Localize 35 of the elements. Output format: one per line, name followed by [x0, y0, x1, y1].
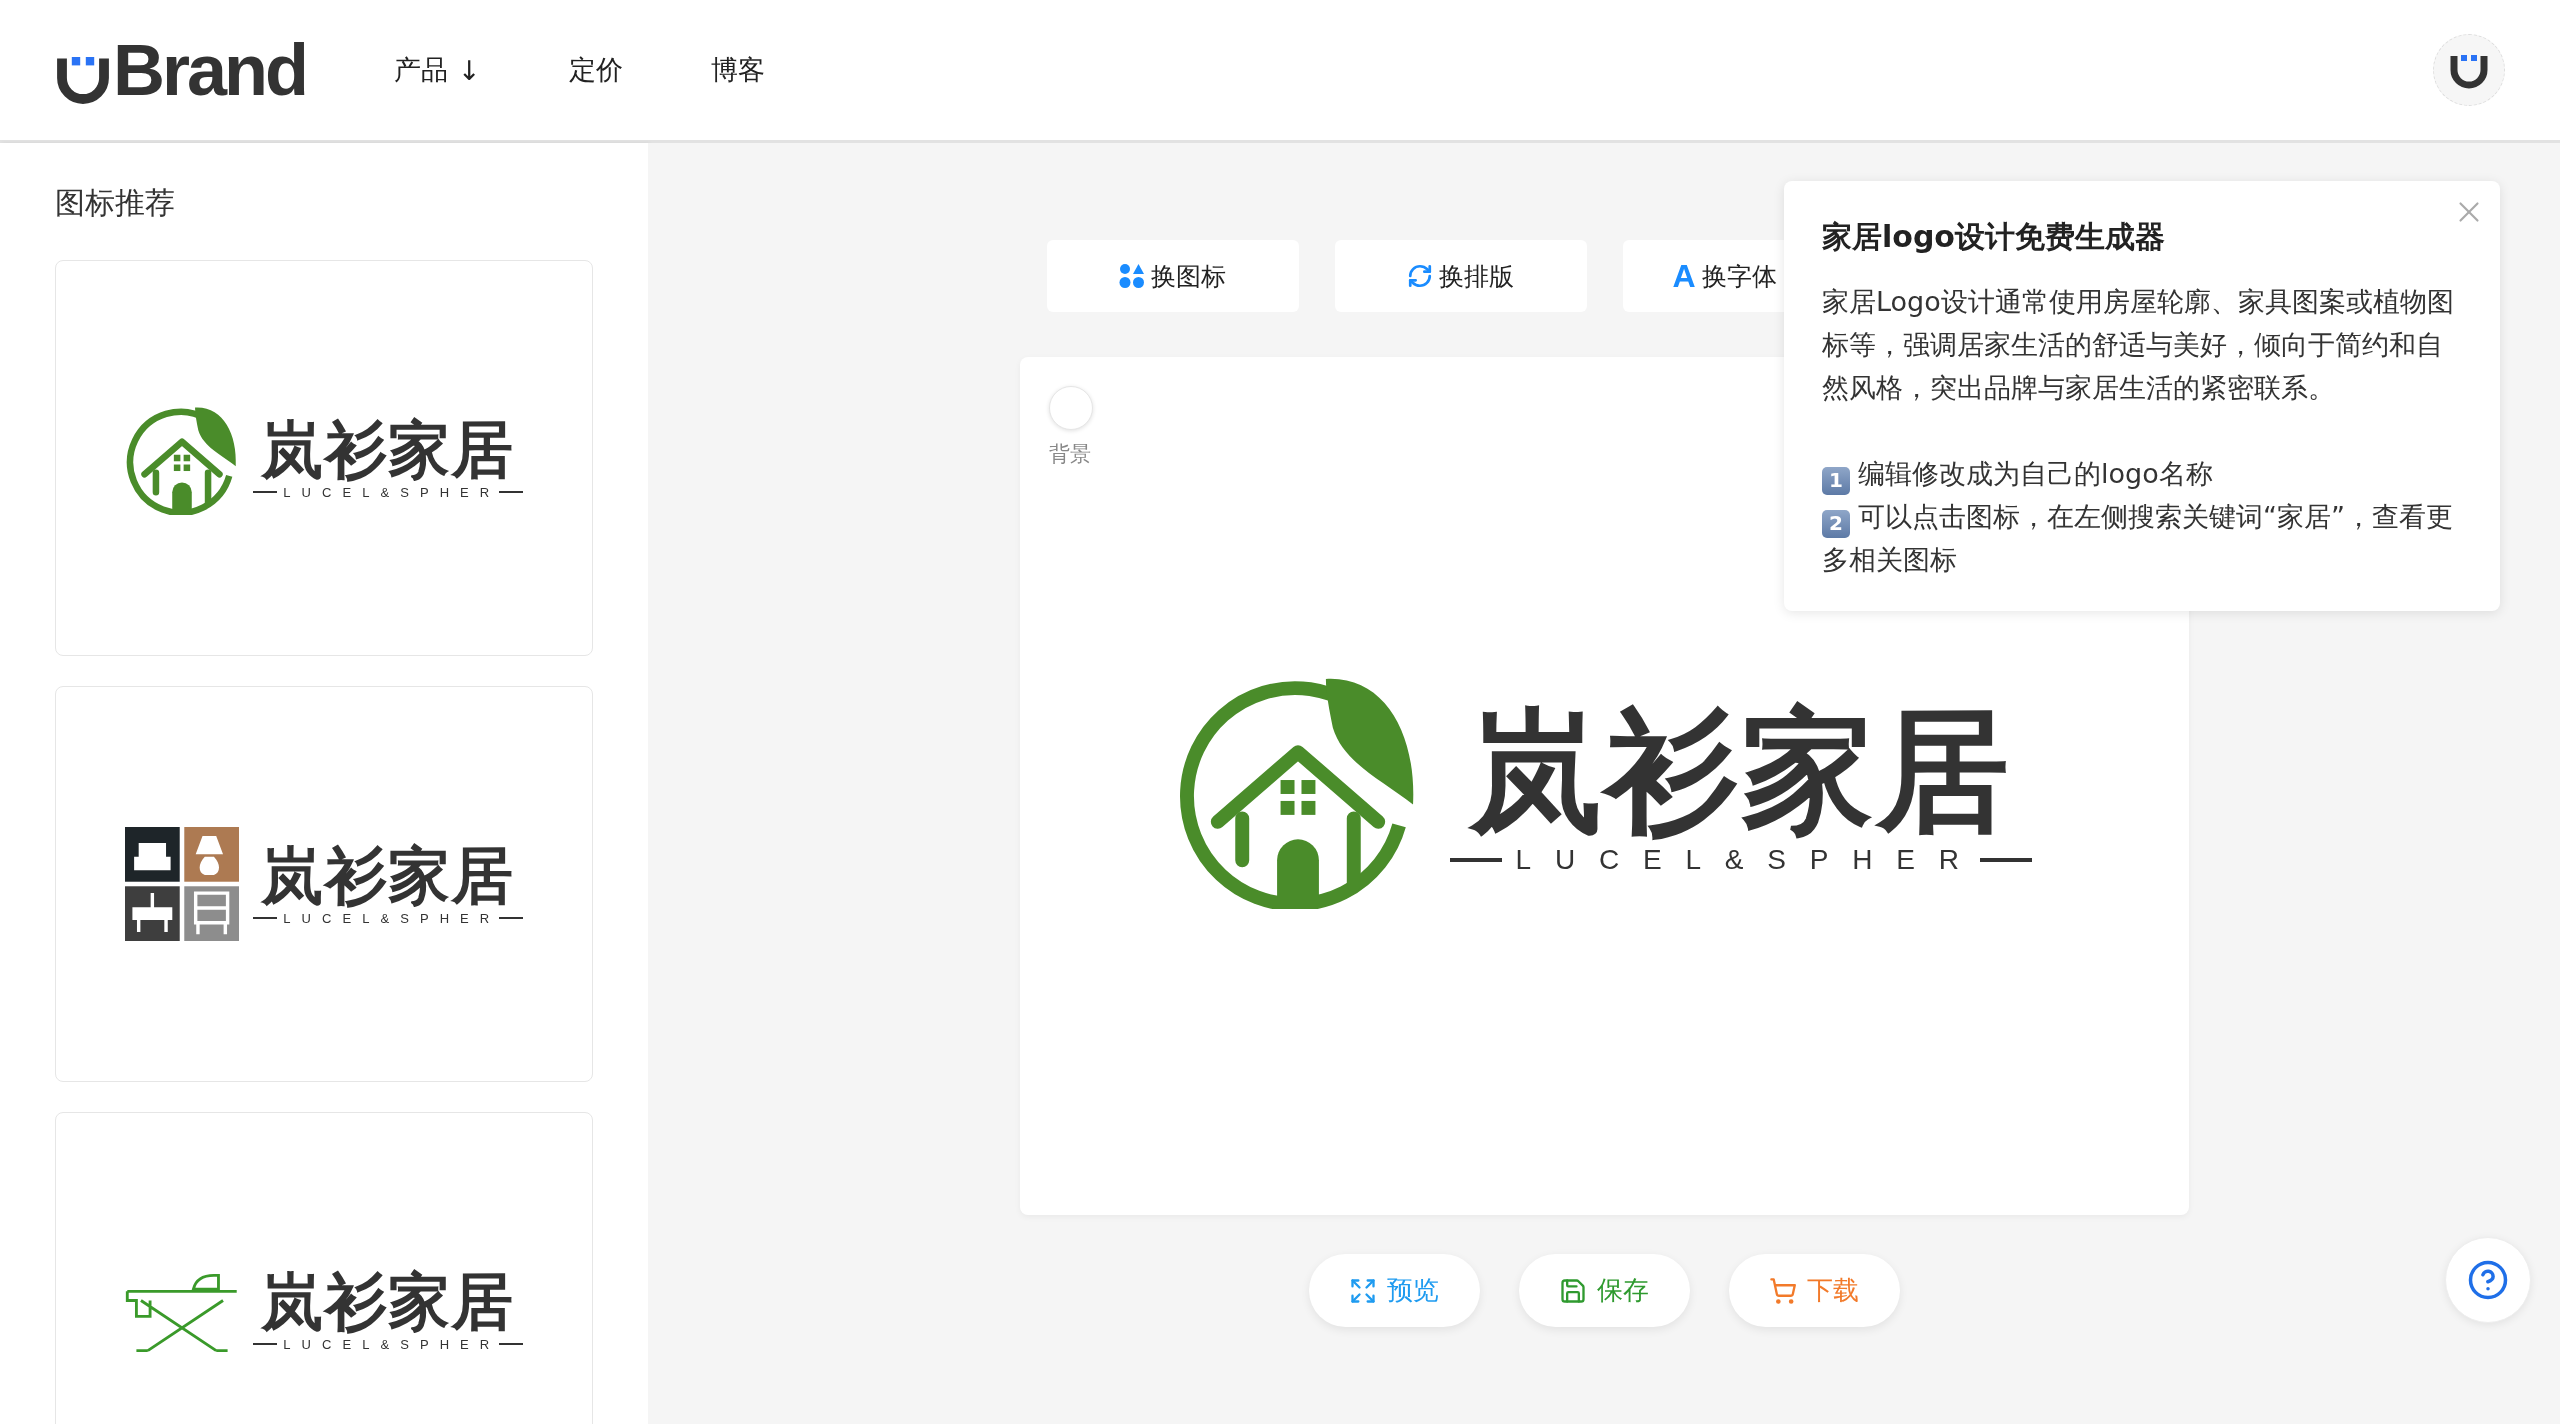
expand-icon — [1349, 1276, 1377, 1305]
action-button[interactable]: 保存 — [1518, 1254, 1690, 1327]
logo-name: 岚衫家居 — [261, 842, 515, 911]
toolbar-button[interactable]: 换排版 — [1334, 240, 1587, 312]
save-icon — [1559, 1276, 1587, 1305]
logo-tagline: LUCEL&SPHER — [283, 1336, 501, 1352]
nav-link[interactable]: 定价 — [568, 52, 623, 88]
shapes-icon — [1119, 263, 1145, 289]
logo-name: 岚衫家居 — [261, 1268, 515, 1337]
dropdown-arrow: ↓ — [458, 54, 481, 86]
logo-tagline: LUCEL&SPHER — [283, 484, 501, 500]
sidebar-title: 图标推荐 — [55, 184, 176, 222]
background-swatch[interactable] — [1048, 386, 1093, 430]
refresh-icon — [1407, 263, 1433, 289]
toolbar-button[interactable]: 换图标 — [1046, 240, 1299, 312]
logo-name: 岚衫家居 — [261, 416, 515, 485]
number-badge: 1 — [1822, 466, 1850, 495]
font-glyph: A — [1672, 257, 1696, 295]
nav-link[interactable]: 博客 — [710, 52, 765, 88]
cart-icon — [1769, 1276, 1797, 1305]
logo-card[interactable]: 岚衫家居 LUCEL&SPHER — [55, 260, 593, 656]
tip-step: 1 编辑修改成为自己的logo名称 — [1822, 452, 2454, 495]
help-icon — [2467, 1259, 2509, 1301]
logo-name: 岚衫家居 — [1469, 697, 2013, 845]
logo-tagline: LUCEL&SPHER — [283, 910, 501, 926]
swatch-label: 背景 — [1048, 441, 1091, 468]
brand-name: Brand — [113, 34, 307, 106]
tip-step: 2 可以点击图标，在左侧搜索关键词“家居”，查看更多相关图标 — [1822, 495, 2454, 581]
nav-link[interactable]: 产品 ↓ — [394, 52, 481, 88]
number-badge: 2 — [1822, 509, 1850, 538]
logo-card[interactable]: 岚衫家居 LUCEL&SPHER — [55, 686, 593, 1082]
furniture-tiles-icon — [125, 827, 240, 941]
logo-card[interactable]: 岚衫家居 LUCEL&SPHER — [55, 1112, 593, 1424]
logo-tagline: LUCEL&SPHER — [1515, 844, 1983, 877]
brand-logo[interactable]: Brand — [55, 34, 307, 106]
